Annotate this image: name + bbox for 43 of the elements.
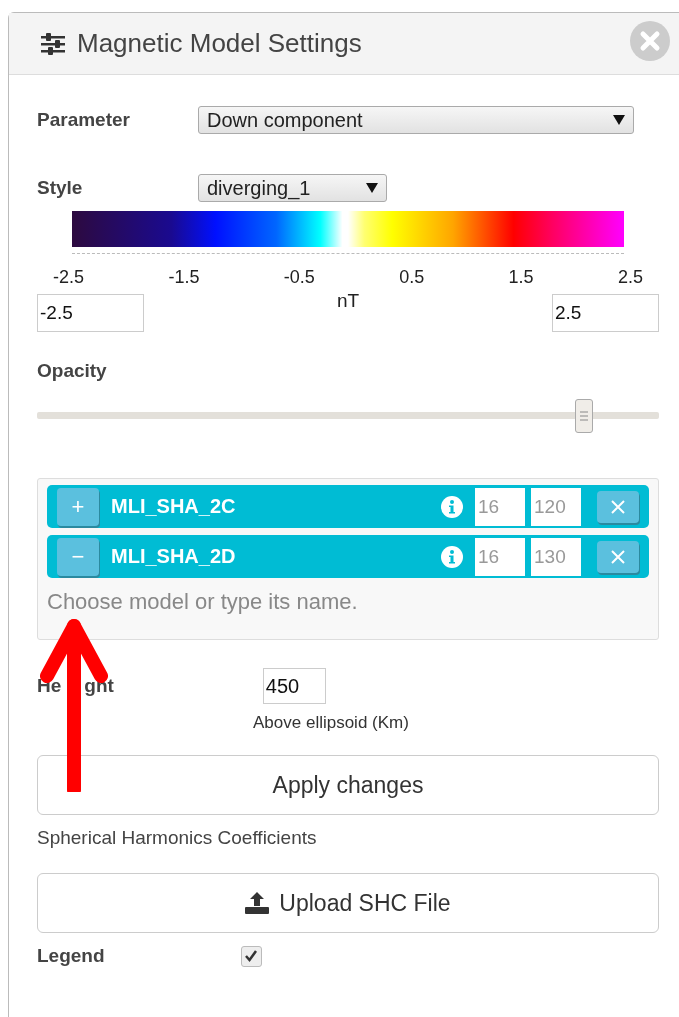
model-name: MLI_SHA_2C — [111, 495, 237, 518]
scale-tick-label: 2.5 — [617, 267, 643, 288]
opacity-label: Opacity — [37, 360, 108, 382]
height-field[interactable]: 450 — [262, 668, 326, 704]
close-icon[interactable] — [630, 21, 670, 61]
style-label: Style — [37, 177, 83, 199]
model-search-field[interactable]: Choose model or type its name. — [47, 585, 607, 619]
height-caption: Above ellipsoid (Km) — [253, 713, 410, 733]
section-label: Spherical Harmonics Coefficients — [37, 827, 318, 849]
model-name: MLI_SHA_2D — [111, 545, 237, 568]
scale-tick-label: 0.5 — [399, 267, 425, 288]
degree-field[interactable]: 16 — [475, 537, 525, 576]
min-value-field[interactable]: -2.5 — [37, 294, 144, 332]
slider-thumb[interactable] — [575, 399, 594, 433]
caret-icon — [366, 183, 378, 193]
degree-field[interactable]: 120 — [531, 487, 581, 526]
style-select[interactable]: diverging_1 — [198, 174, 387, 202]
scale-tick-label: 1.5 — [508, 267, 534, 288]
apply-button[interactable]: Apply changes — [37, 755, 659, 815]
scale-tick-label: -2.5 — [53, 267, 85, 288]
remove-button[interactable] — [597, 540, 639, 573]
check-icon — [244, 949, 259, 963]
max-value-field[interactable]: 2.5 — [552, 294, 659, 332]
sliders-icon — [41, 32, 65, 55]
close-icon — [611, 549, 625, 564]
upload-button[interactable]: Upload SHC File — [37, 873, 659, 933]
scale-tick-label: -1.5 — [168, 267, 200, 288]
remove-button[interactable] — [597, 490, 639, 523]
legend-label: Legend — [37, 945, 105, 967]
window-title: Magnetic Model Settings — [77, 28, 362, 59]
unit-label: nT — [336, 290, 360, 312]
info-icon[interactable] — [441, 495, 463, 518]
close-icon — [611, 499, 625, 514]
degree-field[interactable]: 130 — [531, 537, 581, 576]
parameter-select[interactable]: Down component — [198, 106, 634, 134]
opacity-slider[interactable] — [37, 399, 659, 433]
scale-tick-label: -0.5 — [283, 267, 315, 288]
info-icon[interactable] — [441, 545, 463, 568]
parameter-label: Parameter — [37, 109, 130, 131]
degree-field[interactable]: 16 — [475, 487, 525, 526]
upload-icon — [245, 892, 270, 914]
caret-icon — [613, 115, 625, 125]
legend-checkbox[interactable] — [240, 945, 262, 967]
